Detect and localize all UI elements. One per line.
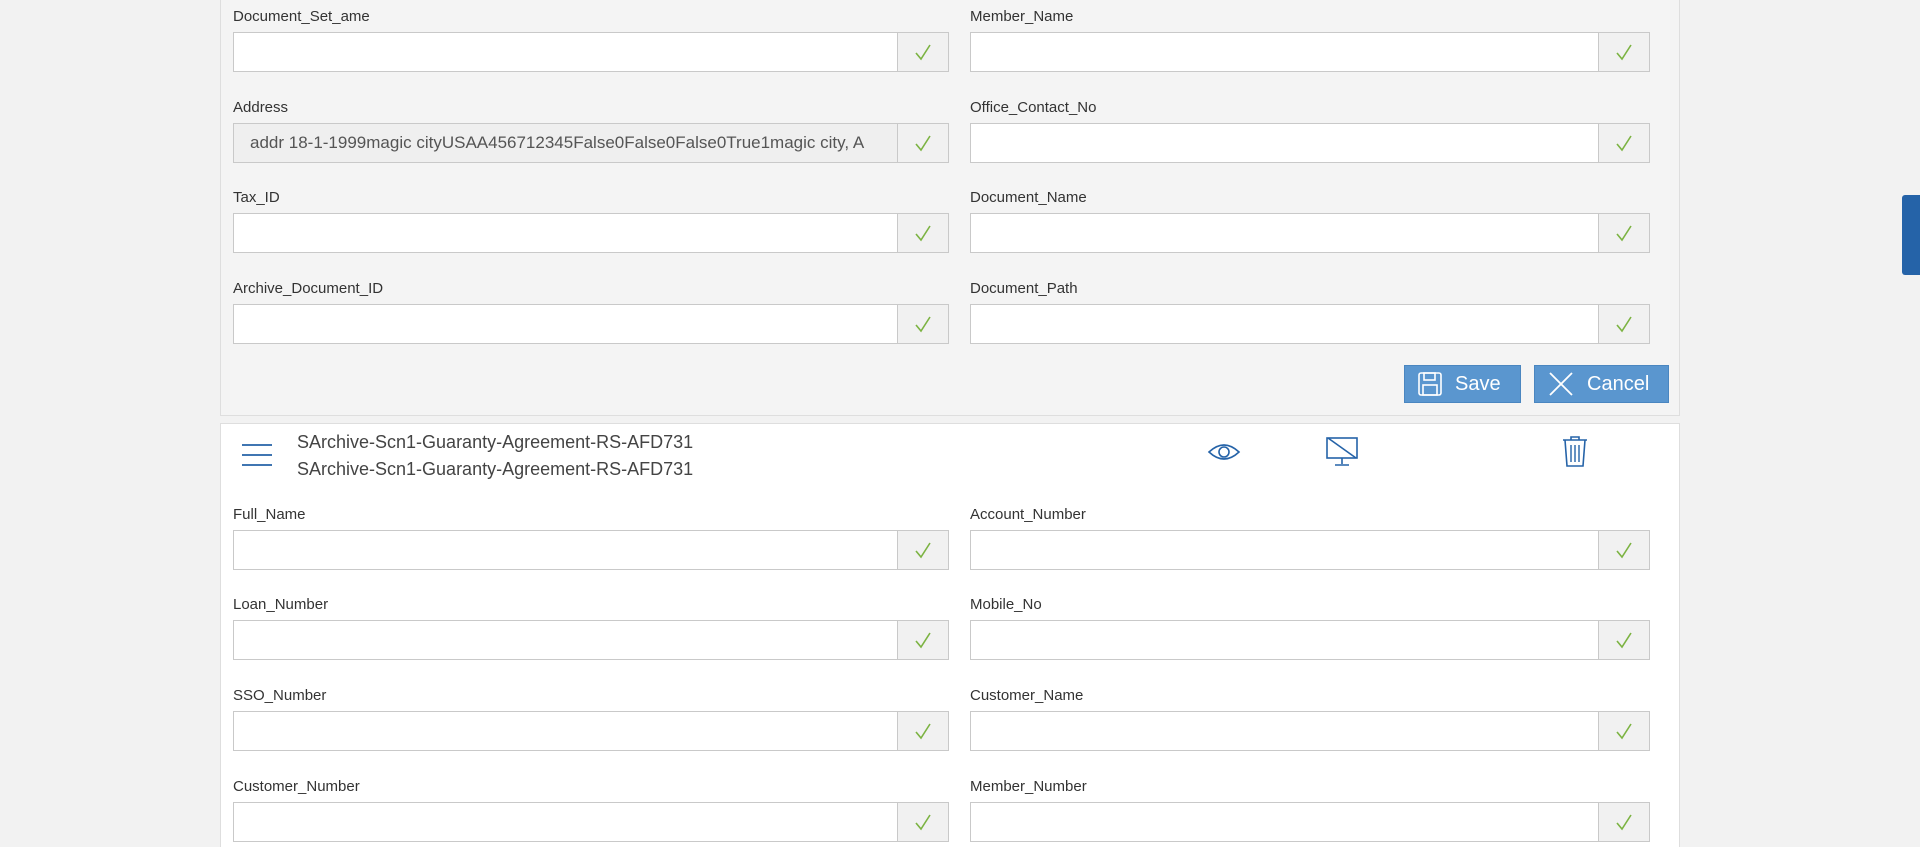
confirm-check-icon[interactable]	[1598, 531, 1649, 569]
field-label: Loan_Number	[233, 596, 329, 613]
field-box	[970, 32, 1650, 72]
member-name-input[interactable]	[971, 33, 1598, 71]
trash-icon[interactable]	[1561, 434, 1589, 473]
document-name-input[interactable]	[971, 214, 1598, 252]
field-box	[970, 802, 1650, 842]
member-number-input[interactable]	[971, 803, 1598, 841]
confirm-check-icon[interactable]	[897, 33, 948, 71]
confirm-check-icon[interactable]	[897, 305, 948, 343]
field-box	[233, 32, 949, 72]
sso-number-input[interactable]	[234, 712, 897, 750]
cancel-button-label: Cancel	[1587, 372, 1650, 395]
field-label: Member_Name	[970, 8, 1074, 25]
account-number-input[interactable]	[971, 531, 1598, 569]
field-label: Account_Number	[970, 506, 1086, 523]
confirm-check-icon[interactable]	[1598, 712, 1649, 750]
field-label: Tax_ID	[233, 189, 280, 206]
monitor-off-icon[interactable]	[1325, 435, 1359, 474]
confirm-check-icon[interactable]	[897, 621, 948, 659]
field-label: Member_Number	[970, 778, 1087, 795]
loan-number-input[interactable]	[234, 621, 897, 659]
field-label: SSO_Number	[233, 687, 327, 704]
menu-icon[interactable]	[241, 443, 273, 472]
field-label: Mobile_No	[970, 596, 1042, 613]
field-label: Archive_Document_ID	[233, 280, 384, 297]
field-label: Document_Set_ame	[233, 8, 370, 25]
field-label: Office_Contact_No	[970, 99, 1097, 116]
confirm-check-icon[interactable]	[1598, 803, 1649, 841]
close-icon	[1547, 370, 1575, 398]
field-box	[233, 620, 949, 660]
document-title: SArchive-Scn1-Guaranty-Agreement-RS-AFD7…	[297, 432, 694, 452]
address-input[interactable]	[234, 124, 897, 162]
confirm-check-icon[interactable]	[1598, 214, 1649, 252]
confirm-check-icon[interactable]	[897, 124, 948, 162]
field-box	[233, 304, 949, 344]
cancel-button[interactable]: Cancel	[1534, 365, 1669, 403]
confirm-check-icon[interactable]	[897, 531, 948, 569]
customer-number-input[interactable]	[234, 803, 897, 841]
tax-id-input[interactable]	[234, 214, 897, 252]
field-label: Customer_Number	[233, 778, 360, 795]
field-label: Customer_Name	[970, 687, 1084, 704]
floppy-disk-icon	[1417, 371, 1443, 397]
field-label: Address	[233, 99, 289, 116]
confirm-check-icon[interactable]	[897, 803, 948, 841]
field-box	[233, 530, 949, 570]
confirm-check-icon[interactable]	[1598, 305, 1649, 343]
confirm-check-icon[interactable]	[897, 214, 948, 252]
field-box	[970, 711, 1650, 751]
field-label: Document_Path	[970, 280, 1078, 297]
confirm-check-icon[interactable]	[1598, 621, 1649, 659]
field-box	[233, 711, 949, 751]
office-contact-no-input[interactable]	[971, 124, 1598, 162]
save-button[interactable]: Save	[1404, 365, 1521, 403]
confirm-check-icon[interactable]	[1598, 33, 1649, 71]
confirm-check-icon[interactable]	[897, 712, 948, 750]
field-box	[970, 213, 1650, 253]
document-path-input[interactable]	[971, 305, 1598, 343]
side-panel-tab[interactable]	[1902, 195, 1920, 275]
field-box	[233, 802, 949, 842]
archive-document-id-input[interactable]	[234, 305, 897, 343]
field-box	[233, 213, 949, 253]
field-label: Full_Name	[233, 506, 306, 523]
field-box	[970, 304, 1650, 344]
full-name-input[interactable]	[234, 531, 897, 569]
customer-name-input[interactable]	[971, 712, 1598, 750]
page: Document_Set_ame Member_Name Address Off…	[0, 0, 1920, 847]
field-box	[970, 620, 1650, 660]
field-box	[233, 123, 949, 163]
field-box	[970, 123, 1650, 163]
field-label: Document_Name	[970, 189, 1087, 206]
eye-icon[interactable]	[1207, 440, 1241, 469]
mobile-no-input[interactable]	[971, 621, 1598, 659]
document-subtitle: SArchive-Scn1-Guaranty-Agreement-RS-AFD7…	[297, 459, 694, 479]
confirm-check-icon[interactable]	[1598, 124, 1649, 162]
field-box	[970, 530, 1650, 570]
document-set-name-input[interactable]	[234, 33, 897, 71]
save-button-label: Save	[1455, 372, 1501, 395]
